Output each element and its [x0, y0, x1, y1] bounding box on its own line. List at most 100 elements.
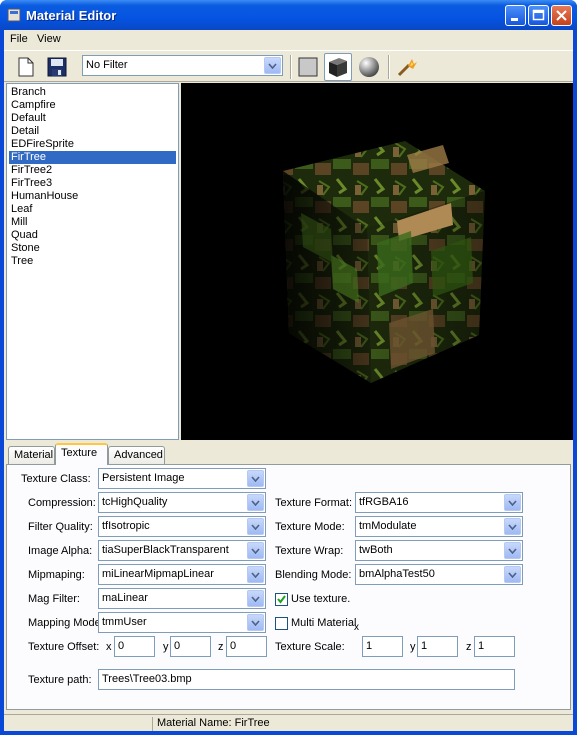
texture-format-dropdown[interactable]: tfRGBA16: [355, 492, 523, 513]
mipmaping-dropdown[interactable]: miLinearMipmapLinear: [98, 564, 266, 585]
blending-mode-label: Blending Mode:: [275, 569, 352, 581]
list-item[interactable]: Leaf: [9, 203, 176, 216]
list-item[interactable]: HumanHouse: [9, 190, 176, 203]
mag-filter-value: maLinear: [102, 592, 148, 604]
tab-material[interactable]: Material: [8, 446, 55, 464]
list-item[interactable]: Stone: [9, 242, 176, 255]
texture-class-value: Persistent Image: [102, 472, 185, 484]
offset-y-input[interactable]: 0: [170, 636, 211, 657]
plane-icon: [298, 57, 318, 77]
status-material-name: Material Name: FirTree: [152, 717, 573, 731]
chevron-down-icon[interactable]: [504, 494, 521, 511]
filter-dropdown[interactable]: No Filter: [82, 55, 283, 76]
save-icon: [47, 57, 67, 77]
texture-format-value: tfRGBA16: [359, 496, 409, 508]
scale-y-label: y: [410, 641, 416, 653]
light-button[interactable]: [393, 53, 421, 81]
chevron-down-icon[interactable]: [247, 470, 264, 487]
offset-x-value: 0: [118, 640, 125, 652]
list-item[interactable]: FirTree2: [9, 164, 176, 177]
list-item[interactable]: Campfire: [9, 99, 176, 112]
list-item[interactable]: Mill: [9, 216, 176, 229]
image-alpha-value: tiaSuperBlackTransparent: [102, 544, 229, 556]
chevron-down-icon[interactable]: [247, 542, 264, 559]
offset-z-label: z: [218, 641, 224, 653]
mapping-mode-dropdown[interactable]: tmmUser: [98, 612, 266, 633]
list-item[interactable]: EDFireSprite: [9, 138, 176, 151]
offset-z-value: 0: [230, 640, 237, 652]
mag-filter-label: Mag Filter:: [28, 593, 80, 605]
list-item[interactable]: FirTree3: [9, 177, 176, 190]
offset-x-input[interactable]: 0: [114, 636, 155, 657]
offset-x-label: x: [106, 641, 112, 653]
blending-mode-value: bmAlphaTest50: [359, 568, 435, 580]
texture-mode-value: tmModulate: [359, 520, 417, 532]
chevron-down-icon[interactable]: [247, 494, 264, 511]
offset-z-input[interactable]: 0: [226, 636, 267, 657]
checkmark-icon: [277, 595, 286, 604]
texture-class-dropdown[interactable]: Persistent Image: [98, 468, 266, 489]
texture-path-label: Texture path:: [28, 674, 92, 686]
title-bar[interactable]: Material Editor: [0, 0, 577, 30]
minimize-button[interactable]: [505, 5, 526, 26]
image-alpha-dropdown[interactable]: tiaSuperBlackTransparent: [98, 540, 266, 561]
scale-x-input[interactable]: 1: [362, 636, 403, 657]
tab-advanced[interactable]: Advanced: [108, 446, 165, 464]
list-item[interactable]: FirTree: [9, 151, 176, 164]
scale-y-value: 1: [421, 640, 428, 652]
texture-scale-label: Texture Scale:: [275, 641, 345, 653]
blending-mode-dropdown[interactable]: bmAlphaTest50: [355, 564, 523, 585]
menu-view[interactable]: View: [37, 33, 61, 45]
sphere-view-button[interactable]: [355, 53, 383, 81]
chevron-down-icon[interactable]: [247, 590, 264, 607]
image-alpha-label: Image Alpha:: [28, 545, 93, 557]
texture-path-value: Trees\Tree03.bmp: [102, 673, 192, 685]
list-item[interactable]: Detail: [9, 125, 176, 138]
texture-wrap-dropdown[interactable]: twBoth: [355, 540, 523, 561]
list-item[interactable]: Branch: [9, 86, 176, 99]
chevron-down-icon[interactable]: [504, 542, 521, 559]
menu-file[interactable]: File: [10, 33, 28, 45]
maximize-button[interactable]: [528, 5, 549, 26]
chevron-down-icon[interactable]: [247, 518, 264, 535]
chevron-down-icon[interactable]: [247, 566, 264, 583]
list-item[interactable]: Tree: [9, 255, 176, 268]
compression-dropdown[interactable]: tcHighQuality: [98, 492, 266, 513]
minimize-icon: [511, 18, 518, 21]
chevron-down-icon[interactable]: [504, 518, 521, 535]
cube-view-button[interactable]: [324, 53, 352, 81]
maximize-icon: [532, 9, 545, 21]
close-button[interactable]: [551, 5, 572, 26]
new-button[interactable]: [12, 53, 40, 81]
multi-material-marker: x: [354, 622, 359, 633]
plane-view-button[interactable]: [294, 53, 322, 81]
texture-mode-dropdown[interactable]: tmModulate: [355, 516, 523, 537]
texture-mode-label: Texture Mode:: [275, 521, 345, 533]
chevron-down-icon[interactable]: [504, 566, 521, 583]
multi-material-label[interactable]: Multi Material: [291, 617, 356, 629]
save-button[interactable]: [43, 53, 71, 81]
toolbar-separator-2: [388, 55, 390, 79]
multi-material-checkbox[interactable]: [275, 617, 288, 630]
list-item[interactable]: Quad: [9, 229, 176, 242]
preview-viewport[interactable]: [181, 83, 573, 440]
tab-texture[interactable]: Texture: [55, 443, 108, 465]
torch-icon: [397, 59, 417, 77]
chevron-down-icon[interactable]: [247, 614, 264, 631]
mapping-mode-value: tmmUser: [102, 616, 147, 628]
chevron-down-icon[interactable]: [264, 57, 281, 74]
use-texture-label[interactable]: Use texture.: [291, 593, 350, 605]
material-list[interactable]: Branch Campfire Default Detail EDFireSprite F…: [6, 83, 179, 440]
filter-quality-label: Filter Quality:: [28, 521, 93, 533]
list-item[interactable]: Default: [9, 112, 176, 125]
status-bar: Material Name: FirTree: [4, 714, 573, 731]
mag-filter-dropdown[interactable]: maLinear: [98, 588, 266, 609]
filter-quality-dropdown[interactable]: tfIsotropic: [98, 516, 266, 537]
mipmaping-label: Mipmaping:: [28, 569, 85, 581]
texture-path-input[interactable]: Trees\Tree03.bmp: [98, 669, 515, 690]
window-title: Material Editor: [26, 8, 117, 23]
use-texture-checkbox[interactable]: [275, 593, 288, 606]
scale-y-input[interactable]: 1: [417, 636, 458, 657]
tab-strip: Material Texture Advanced: [6, 443, 571, 465]
scale-z-input[interactable]: 1: [474, 636, 515, 657]
